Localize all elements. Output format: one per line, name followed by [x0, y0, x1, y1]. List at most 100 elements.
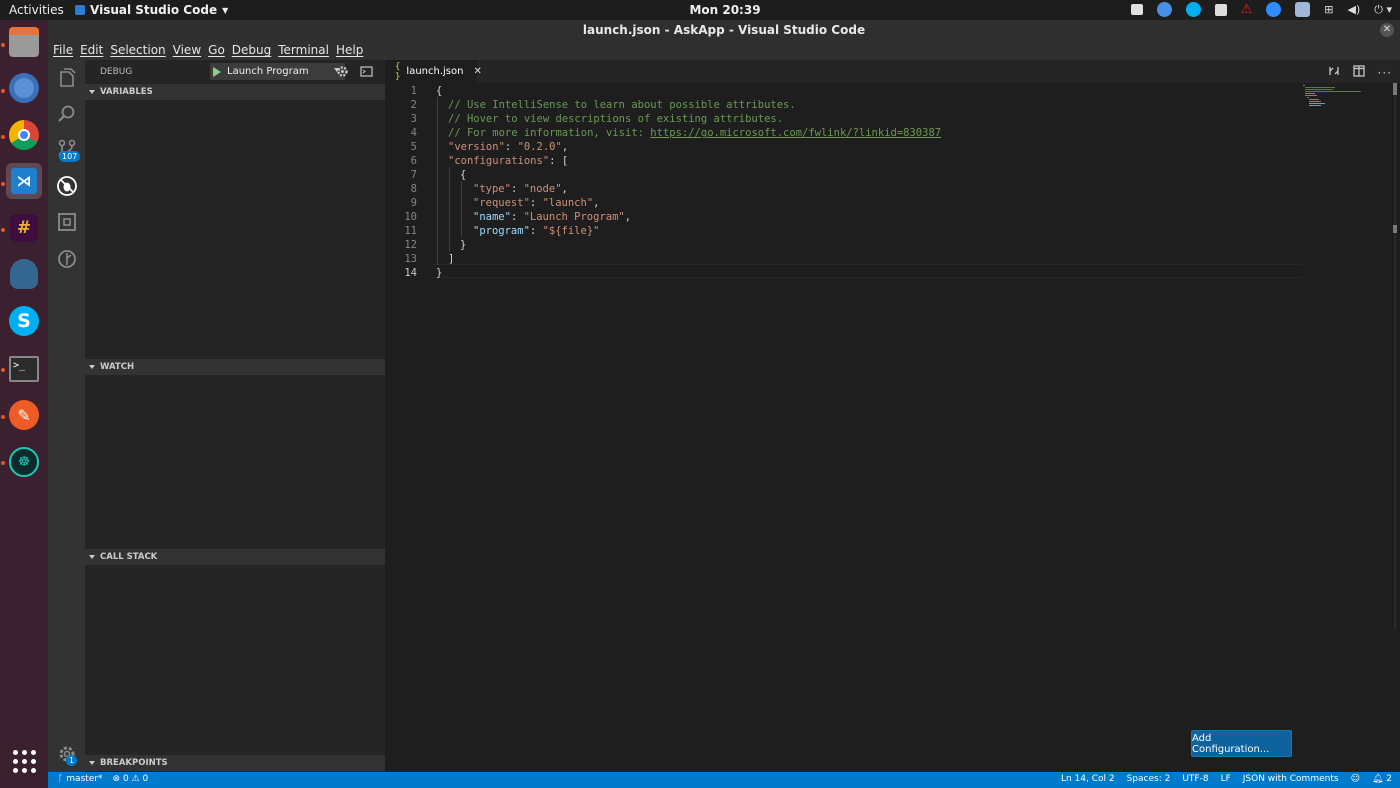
window-title-bar[interactable]: launch.json - AskApp - Visual Studio Cod…	[48, 20, 1400, 40]
chromium-icon	[9, 73, 39, 103]
minimap[interactable]	[1303, 83, 1375, 123]
system-tray: ⚠ ⊞ ◀) ⏻ ▾	[1130, 2, 1392, 17]
indentation[interactable]: Spaces: 2	[1127, 774, 1171, 784]
file-encoding[interactable]: UTF-8	[1182, 774, 1208, 784]
postman-app-icon[interactable]: ✎	[6, 397, 42, 433]
chevron-down-icon	[89, 555, 95, 559]
pgadmin-app-icon[interactable]	[6, 256, 42, 292]
watch-section-label: WATCH	[100, 362, 135, 372]
files-app-icon[interactable]	[6, 24, 42, 60]
warning-icon: ⚠	[131, 774, 140, 784]
call-stack-section-header[interactable]: CALL STACK	[85, 549, 385, 565]
slack-tray-icon[interactable]	[1214, 3, 1227, 16]
tab-launch-json[interactable]: { } launch.json ✕	[385, 60, 482, 83]
watch-section-header[interactable]: WATCH	[85, 359, 385, 375]
add-configuration-button[interactable]: Add Configuration...	[1191, 730, 1292, 757]
error-count: 0	[122, 774, 129, 784]
gitkraken-icon: ☸	[9, 447, 39, 477]
code-line: 1{	[410, 85, 443, 97]
menu-go[interactable]: Go	[208, 43, 225, 57]
postgres-elephant-icon	[10, 259, 38, 289]
split-editor-icon[interactable]	[1352, 65, 1365, 80]
problems-status[interactable]: ⊗ 0 ⚠ 0	[113, 774, 149, 784]
launch-configuration-select[interactable]: Launch Program	[210, 63, 345, 80]
warning-tray-icon[interactable]: ⚠	[1241, 2, 1253, 17]
menu-edit[interactable]: Edit	[80, 43, 103, 57]
show-applications-button[interactable]	[6, 743, 42, 779]
code-line: 4// For more information, visit: https:/…	[410, 127, 942, 139]
start-debugging-icon[interactable]	[213, 66, 221, 77]
skype-tray-icon[interactable]	[1185, 2, 1201, 17]
debug-console-icon[interactable]	[360, 65, 373, 78]
menu-selection[interactable]: Selection	[110, 43, 165, 57]
debug-icon[interactable]	[54, 173, 79, 198]
close-tab-icon[interactable]: ✕	[473, 66, 481, 77]
documentation-link[interactable]: https://go.microsoft.com/fwlink/?linkid=…	[650, 127, 941, 139]
slack-icon: #	[10, 214, 38, 242]
code-editor[interactable]: 1{ 2// Use IntelliSense to learn about p…	[385, 83, 1400, 772]
more-actions-icon[interactable]: ···	[1378, 66, 1392, 80]
network-icon[interactable]: ⊞	[1324, 3, 1333, 16]
breakpoints-section-label: BREAKPOINTS	[100, 758, 168, 768]
code-line: 12}	[404, 239, 467, 251]
chrome-icon	[9, 120, 39, 150]
chromium-tray-icon[interactable]	[1156, 2, 1172, 17]
chevron-down-icon	[89, 90, 95, 94]
chevron-down-icon	[89, 365, 95, 369]
git-branch-status[interactable]: ᚴ master*	[58, 774, 103, 784]
activity-bar: 107 1	[48, 60, 85, 772]
menu-file[interactable]: File	[53, 43, 73, 57]
menu-view[interactable]: View	[173, 43, 201, 57]
search-icon[interactable]	[54, 101, 79, 126]
variables-section-header[interactable]: VARIABLES	[85, 84, 385, 100]
end-of-line[interactable]: LF	[1221, 774, 1231, 784]
skype-app-icon[interactable]: S	[6, 303, 42, 339]
status-bar: ᚴ master* ⊗ 0 ⚠ 0 Ln 14, Col 2 Spaces: 2…	[48, 772, 1400, 788]
zoom-tray-icon[interactable]	[1266, 2, 1282, 17]
tab-label: launch.json	[406, 66, 464, 77]
volume-icon[interactable]: ◀)	[1348, 3, 1361, 16]
notifications-status[interactable]: 🔔︎ 2	[1372, 774, 1392, 784]
code-line: 13]	[404, 253, 455, 265]
error-icon: ⊗	[112, 774, 121, 784]
terminal-app-icon[interactable]: >_	[6, 351, 42, 387]
vscode-icon: ⋊	[11, 168, 37, 194]
running-indicator	[1, 228, 5, 232]
sidebar-title: DEBUG	[100, 66, 133, 77]
close-window-button[interactable]: ✕	[1380, 23, 1394, 37]
menu-debug[interactable]: Debug	[232, 43, 271, 57]
extensions-icon[interactable]	[54, 209, 79, 234]
running-indicator	[1, 182, 5, 186]
editor-actions: ···	[1328, 65, 1392, 80]
slack-app-icon[interactable]: #	[6, 210, 42, 246]
menu-help[interactable]: Help	[336, 43, 363, 57]
gitlens-icon[interactable]	[54, 246, 79, 271]
menu-terminal[interactable]: Terminal	[278, 43, 329, 57]
debug-settings-gear-icon[interactable]	[336, 65, 349, 78]
language-mode[interactable]: JSON with Comments	[1243, 774, 1339, 784]
running-indicator	[1, 415, 5, 419]
power-icon[interactable]: ⏻ ▾	[1374, 3, 1392, 17]
cursor-position[interactable]: Ln 14, Col 2	[1061, 774, 1115, 784]
feedback-smiley-icon[interactable]: ☺	[1351, 774, 1360, 784]
debug-sidebar: DEBUG Launch Program VARIABLES WATCH CAL…	[85, 60, 385, 772]
menu-bar: File Edit Selection View Go Debug Termin…	[48, 40, 1400, 60]
code-line: 9 "request": "launch",	[410, 197, 600, 209]
gnome-top-bar: Activities Visual Studio Code ▼ Mon 20:3…	[0, 0, 1400, 20]
code-line: 2// Use IntelliSense to learn about poss…	[410, 99, 796, 111]
bell-icon: 🔔︎	[1371, 774, 1384, 784]
gitkraken-app-icon[interactable]: ☸	[6, 444, 42, 480]
vertical-scrollbar[interactable]	[1390, 83, 1400, 629]
open-changes-icon[interactable]	[1328, 65, 1340, 80]
postgres-tray-icon[interactable]	[1295, 2, 1311, 17]
breakpoints-section-header[interactable]: BREAKPOINTS	[85, 755, 385, 771]
code-line: 8 "type": "node",	[410, 183, 568, 195]
vscode-app-icon[interactable]: ⋊	[6, 163, 42, 199]
chromium-app-icon[interactable]	[6, 70, 42, 106]
explorer-icon[interactable]	[54, 65, 79, 90]
notes-tray-icon[interactable]	[1130, 4, 1143, 15]
chrome-app-icon[interactable]	[6, 117, 42, 153]
folder-icon	[9, 27, 39, 57]
running-indicator	[1, 135, 5, 139]
settings-update-badge: 1	[66, 755, 78, 766]
